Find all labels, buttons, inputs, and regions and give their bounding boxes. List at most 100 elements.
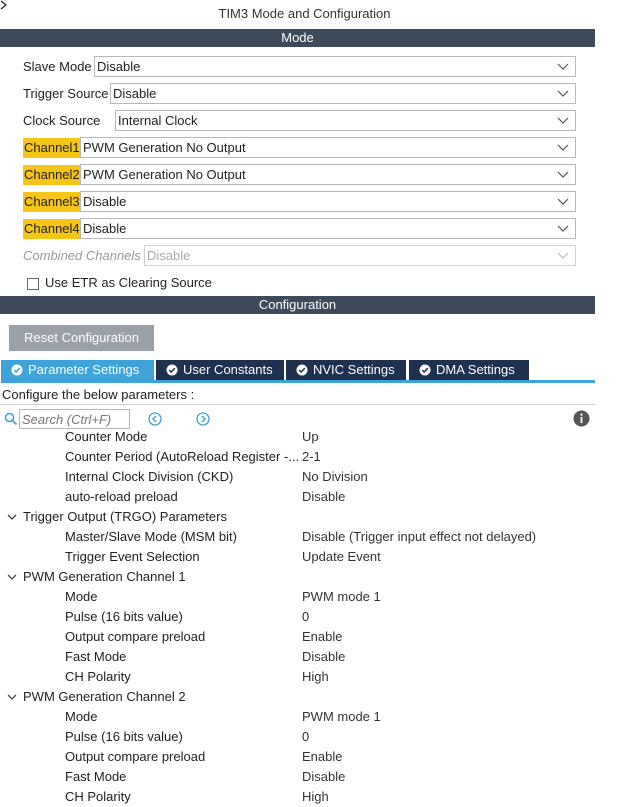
trigger-source-label: Trigger Source [23, 86, 109, 101]
tab-user-constants[interactable]: User Constants [156, 360, 284, 380]
chevron-down-icon[interactable] [6, 511, 18, 523]
param-name: Pulse (16 bits value) [65, 609, 183, 624]
param-row-ch2-pulse[interactable]: Pulse (16 bits value) 0 [0, 727, 595, 747]
param-row-counter-mode[interactable]: Counter Mode Up [0, 431, 595, 447]
chevron-down-icon [557, 171, 569, 178]
channel4-value: Disable [83, 221, 127, 236]
check-circle-icon [166, 364, 178, 376]
trigger-source-row: Trigger Source [23, 83, 109, 105]
check-circle-icon [296, 364, 308, 376]
param-value: Disable [302, 489, 346, 504]
param-row-clock-division[interactable]: Internal Clock Division (CKD) No Divisio… [0, 467, 595, 487]
reset-configuration-button[interactable]: Reset Configuration [9, 325, 154, 351]
param-row-counter-period[interactable]: Counter Period (AutoReload Register -...… [0, 447, 595, 467]
param-row-ch2-mode[interactable]: Mode PWM mode 1 [0, 707, 595, 727]
tab-label: Parameter Settings [28, 362, 140, 377]
tab-label: NVIC Settings [313, 362, 395, 377]
slave-mode-select[interactable]: Disable [94, 56, 576, 77]
tab-bar: Parameter Settings User Constants NVIC S… [1, 360, 595, 384]
param-value: 0 [302, 729, 310, 744]
circle-chevron-right-icon[interactable] [196, 412, 210, 426]
info-icon[interactable] [573, 410, 590, 427]
param-row-ch2-polarity[interactable]: CH Polarity High [0, 787, 595, 807]
channel4-row: Channel4 [23, 218, 81, 240]
channel4-label: Channel4 [23, 219, 81, 239]
param-value: High [302, 669, 329, 684]
param-row-master-slave-mode[interactable]: Master/Slave Mode (MSM bit) Disable (Tri… [0, 527, 595, 547]
param-value: 0 [302, 609, 310, 624]
param-row-ch1-pulse[interactable]: Pulse (16 bits value) 0 [0, 607, 595, 627]
trigger-source-select[interactable]: Disable [110, 83, 576, 104]
chevron-down-icon [557, 144, 569, 151]
chevron-down-icon [557, 117, 569, 124]
param-row-ch1-mode[interactable]: Mode PWM mode 1 [0, 587, 595, 607]
channel1-value: PWM Generation No Output [83, 140, 246, 155]
param-name: Master/Slave Mode (MSM bit) [65, 529, 237, 544]
group-trigger-output[interactable]: Trigger Output (TRGO) Parameters [0, 507, 595, 527]
param-row-trigger-event[interactable]: Trigger Event Selection Update Event [0, 547, 595, 567]
param-row-ch2-fast-mode[interactable]: Fast Mode Disable [0, 767, 595, 787]
clock-source-select[interactable]: Internal Clock [115, 110, 576, 131]
group-pwm-channel-1[interactable]: PWM Generation Channel 1 [0, 567, 595, 587]
tab-label: DMA Settings [436, 362, 515, 377]
param-row-ch2-output-compare-preload[interactable]: Output compare preload Enable [0, 747, 595, 767]
etr-checkbox-label: Use ETR as Clearing Source [45, 276, 212, 290]
param-row-ch1-output-compare-preload[interactable]: Output compare preload Enable [0, 627, 595, 647]
chevron-down-icon [557, 90, 569, 97]
tab-dma-settings[interactable]: DMA Settings [409, 360, 529, 380]
configure-instructions: Configure the below parameters : [2, 387, 195, 402]
search-icon [4, 412, 18, 426]
channel1-select[interactable]: PWM Generation No Output [80, 137, 576, 158]
param-name: Trigger Event Selection [65, 549, 200, 564]
channel2-value: PWM Generation No Output [83, 167, 246, 182]
tab-label: User Constants [183, 362, 273, 377]
chevron-down-icon [557, 225, 569, 232]
tab-parameter-settings[interactable]: Parameter Settings [1, 360, 154, 380]
slave-mode-label: Slave Mode [23, 59, 92, 74]
param-row-ch1-fast-mode[interactable]: Fast Mode Disable [0, 647, 595, 667]
etr-checkbox-row[interactable]: Use ETR as Clearing Source [27, 276, 327, 290]
group-name: Trigger Output (TRGO) Parameters [23, 509, 227, 524]
channel3-select[interactable]: Disable [80, 191, 576, 212]
window-title: TIM3 Mode and Configuration [218, 6, 391, 21]
param-name: Output compare preload [65, 629, 206, 644]
combined-channels-row: Combined Channels [23, 245, 141, 267]
slave-mode-value: Disable [97, 59, 141, 74]
trigger-source-value: Disable [113, 86, 157, 101]
slave-mode-row: Slave Mode [23, 56, 92, 78]
param-name: CH Polarity [65, 789, 131, 804]
etr-checkbox[interactable] [27, 278, 39, 290]
param-value: 2-1 [302, 449, 321, 464]
param-name: CH Polarity [65, 669, 131, 684]
channel2-row: Channel2 [23, 164, 81, 186]
param-value: Disable [302, 649, 346, 664]
tab-nvic-settings[interactable]: NVIC Settings [286, 360, 406, 380]
param-name: Counter Period (AutoReload Register -... [65, 449, 300, 464]
clock-source-row: Clock Source [23, 110, 100, 132]
param-row-ch1-polarity[interactable]: CH Polarity High [0, 667, 595, 687]
chevron-down-icon[interactable] [6, 691, 18, 703]
param-row-auto-reload-preload[interactable]: auto-reload preload Disable [0, 487, 595, 507]
check-circle-icon [419, 364, 431, 376]
channel1-label: Channel1 [23, 138, 81, 158]
channel3-value: Disable [83, 194, 127, 209]
param-name: Internal Clock Division (CKD) [65, 469, 234, 484]
param-value: PWM mode 1 [302, 589, 381, 604]
mode-section-header: Mode [0, 29, 595, 47]
param-value: High [302, 789, 329, 804]
configuration-section-header: Configuration [0, 296, 595, 314]
param-value: Disable (Trigger input effect not delaye… [302, 529, 537, 544]
group-pwm-channel-2[interactable]: PWM Generation Channel 2 [0, 687, 595, 707]
param-value: Disable [302, 769, 346, 784]
clock-source-label: Clock Source [23, 113, 101, 128]
search-input[interactable] [19, 409, 130, 429]
channel4-select[interactable]: Disable [80, 218, 576, 239]
chevron-down-icon [557, 63, 569, 70]
chevron-down-icon [557, 198, 569, 205]
clock-source-value: Internal Clock [118, 113, 198, 128]
chevron-down-icon[interactable] [6, 571, 18, 583]
param-value: Enable [302, 629, 343, 644]
param-name: Mode [65, 589, 98, 604]
channel2-select[interactable]: PWM Generation No Output [80, 164, 576, 185]
circle-chevron-left-icon[interactable] [148, 412, 162, 426]
